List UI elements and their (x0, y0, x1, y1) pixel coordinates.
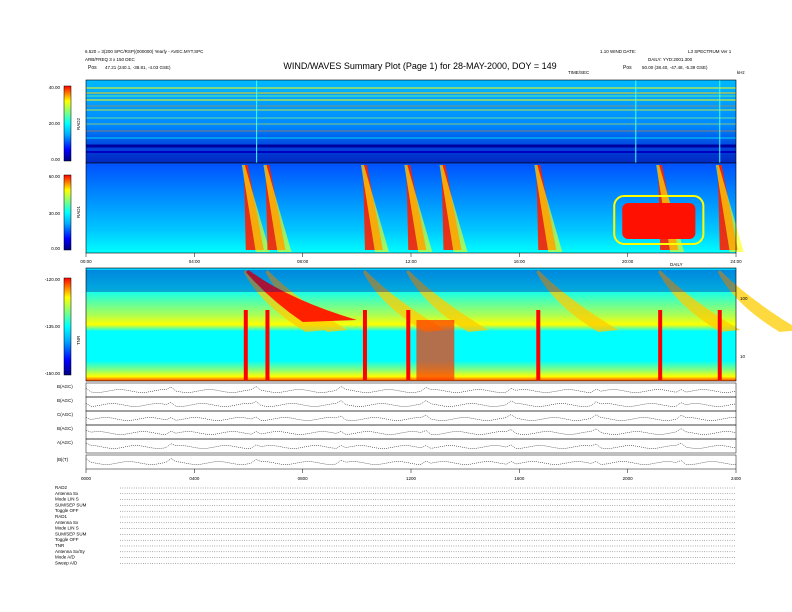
param-trace (85, 458, 737, 465)
bottom-axis-tick-label: 0400 (189, 476, 200, 481)
rad1-panel: 60.00 30.00 0.00 RAD1 (49, 162, 744, 254)
param-trace (85, 442, 737, 449)
mid-axis-tick-label: 24:00 (730, 259, 742, 264)
mid-axis-tick-label: 12:00 (405, 259, 417, 264)
tnr-tick-top: -120.00 (45, 277, 61, 282)
rad2-colorbar (63, 85, 72, 162)
param-label-6: |B|(T) (57, 457, 69, 462)
rad1-colorbar (63, 174, 72, 251)
rad1-tick-mid: 30.00 (49, 211, 61, 216)
rad1-tick-bottom: 0.00 (51, 246, 60, 251)
param-label-1: B(AGC) (57, 384, 73, 389)
timestep-label: TIME/SEC (568, 70, 590, 75)
rad2-tick-top: 40.00 (49, 85, 61, 90)
tnr-burst-column (406, 310, 411, 380)
rad1-tick-top: 60.00 (49, 174, 61, 179)
param-trace (85, 414, 736, 421)
mid-axis-tick-label: 16:00 (514, 259, 526, 264)
tnr-burst-column (265, 310, 270, 380)
bottom-axis-tick-label: 2400 (731, 476, 742, 481)
bottom-axis-tick-label: 1600 (514, 476, 525, 481)
header-left-line2: ARB/FREQ 3 x 150 DEC (85, 57, 136, 62)
rad2-tick-bottom: 0.00 (51, 157, 60, 162)
param-panel-frame (85, 382, 737, 398)
hz-label: kHz (737, 70, 745, 75)
tnr-tick-mid: -135.00 (45, 324, 61, 329)
param-label-4: B(AGC) (57, 426, 73, 431)
bottom-axis-tick-label: 2000 (623, 476, 634, 481)
info-line: TNR (55, 543, 65, 548)
tnr-panel: -120.00 -135.00 -150.00 TNR 100 10 (45, 267, 792, 382)
tnr-burst-column (536, 310, 541, 380)
tnr-right-tick-100: 100 (740, 296, 748, 301)
rad1-noise-storm (622, 203, 696, 239)
info-line: Mode LIN S (55, 526, 79, 531)
bottom-axis-tick-label: 0800 (298, 476, 309, 481)
info-line: Antenna Sx/Sy (55, 549, 86, 554)
info-line: Antenna Sx (55, 491, 79, 496)
mid-axis-tick-label: 20:00 (622, 259, 634, 264)
tnr-tick-bottom: -150.00 (45, 371, 61, 376)
info-line: Sweep A/D (55, 560, 78, 565)
pos-right-label: Pos (623, 65, 632, 71)
info-line: SUM/SEP SUM (55, 502, 87, 507)
bottom-axis-tick-label: 1200 (406, 476, 417, 481)
tnr-right-tick-10: 10 (740, 354, 746, 359)
param-label-2: B(AGC) (57, 398, 73, 403)
info-line: Mode LIN S (55, 497, 79, 502)
param-panel-frame (85, 396, 737, 412)
tnr-burst-column (243, 310, 248, 380)
tnr-burst-column (658, 310, 663, 380)
header-left-line1: 6.520 = 3(200 SPC/RSP)(000000) Yearly - … (85, 49, 204, 54)
param-panel-frame (85, 410, 737, 426)
info-line: Toggle OFF (55, 537, 79, 542)
daily-label: DAILY (670, 262, 683, 267)
param-panel-frame (85, 454, 737, 470)
bottom-axis-tick-label: 0000 (81, 476, 92, 481)
pos-right-value: 50.00 (38.40, -47.48, -5.39 GSE) (642, 65, 708, 70)
info-line: RAD1 (55, 514, 68, 519)
corner-right-label: L3 SPECTRUM Ver 1 (688, 49, 732, 54)
mid-axis-tick-label: 04:00 (189, 259, 201, 264)
time-axis-middle: 00:00 04:00 08:00 12:00 16:00 20:00 24:00 (80, 253, 742, 264)
time-axis-bottom: 0000 0400 0800 1200 1600 2000 2400 (81, 469, 742, 481)
info-line: Toggle OFF (55, 508, 79, 513)
pos-left-label: Pos (88, 65, 97, 71)
tnr-ylabel: TNR (76, 335, 81, 345)
summary-plot-canvas: 6.520 = 3(200 SPC/RSP)(000000) Yearly - … (45, 49, 792, 565)
plot-title: WIND/WAVES Summary Plot (Page 1) for 28-… (283, 61, 556, 71)
info-line: Mode A/D (55, 555, 76, 560)
mid-axis-tick-label: 08:00 (297, 259, 309, 264)
param-label-3: C(AGC) (57, 412, 73, 417)
rad2-ylabel: RAD2 (76, 117, 81, 130)
header-right-line2: DAILY: YYD:2001.300 (648, 57, 693, 62)
mid-axis-tick-label: 00:00 (80, 259, 92, 264)
param-label-5: A(AGC) (57, 440, 73, 445)
tnr-colorbar (63, 277, 72, 376)
tnr-burst-column (717, 310, 722, 380)
rad2-tick-mid: 20.00 (49, 121, 61, 126)
param-panel-frame (85, 438, 737, 454)
tnr-burst-column (362, 310, 367, 380)
info-line: Antenna Sx (55, 520, 79, 525)
rad2-spectrogram (86, 80, 736, 163)
info-line: RAD2 (55, 485, 68, 490)
tnr-low-band (86, 270, 736, 292)
rad1-ylabel: RAD1 (76, 205, 81, 218)
param-trace (85, 400, 737, 407)
tnr-emission-band (416, 320, 455, 380)
parameter-panels: B(AGC) B(AGC) C(AGC) B(AGC) A(AGC) |B|(T… (57, 382, 737, 470)
rad2-panel: 40.00 20.00 0.00 RAD2 (49, 79, 737, 164)
header-right-line1: 1.10 WIND DATE: (600, 49, 636, 54)
param-trace (85, 428, 737, 435)
info-line: SUM/SEP SUM (55, 531, 87, 536)
instrument-info-block: RAD2Antenna SxMode LIN SSUM/SEP SUMToggl… (55, 485, 736, 565)
param-trace (85, 386, 737, 393)
pos-left-value: 47.21 (240.1, -38.81, -4.03 GSE) (105, 65, 171, 70)
